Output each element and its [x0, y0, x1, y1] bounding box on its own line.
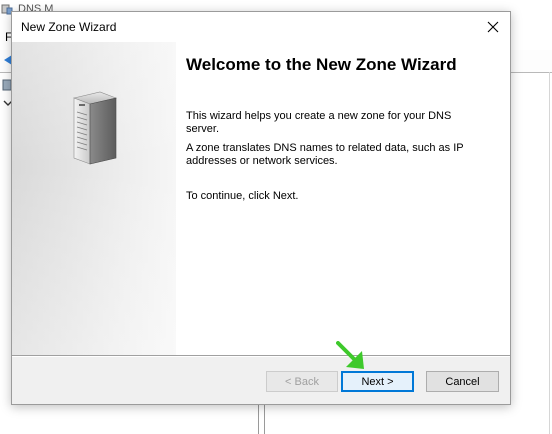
- close-button[interactable]: [476, 12, 510, 42]
- wizard-heading: Welcome to the New Zone Wizard: [186, 55, 457, 74]
- back-button[interactable]: < Back: [266, 371, 338, 392]
- green-pointer-arrow-icon: [336, 341, 364, 369]
- wizard-content: Welcome to the New Zone Wizard This wiza…: [12, 42, 510, 355]
- background-window-title: DNS M: [18, 3, 54, 11]
- new-zone-wizard-dialog: New Zone Wizard Welcome to the New Zone …: [11, 11, 511, 405]
- dialog-title: New Zone Wizard: [21, 20, 117, 34]
- cancel-button[interactable]: Cancel: [426, 371, 499, 392]
- next-button[interactable]: Next >: [341, 371, 414, 392]
- dialog-titlebar[interactable]: New Zone Wizard: [12, 12, 510, 42]
- wizard-zone-description: A zone translates DNS names to related d…: [186, 142, 464, 167]
- close-icon: [487, 21, 499, 33]
- button-area-divider: [12, 355, 510, 357]
- background-pane-edge: [549, 72, 550, 434]
- background-splitter[interactable]: [258, 404, 265, 434]
- server-icon: [72, 91, 118, 165]
- wizard-intro-text: This wizard helps you create a new zone …: [186, 110, 452, 135]
- wizard-continue-instruction: To continue, click Next.: [186, 190, 299, 202]
- wizard-side-panel: [12, 42, 176, 355]
